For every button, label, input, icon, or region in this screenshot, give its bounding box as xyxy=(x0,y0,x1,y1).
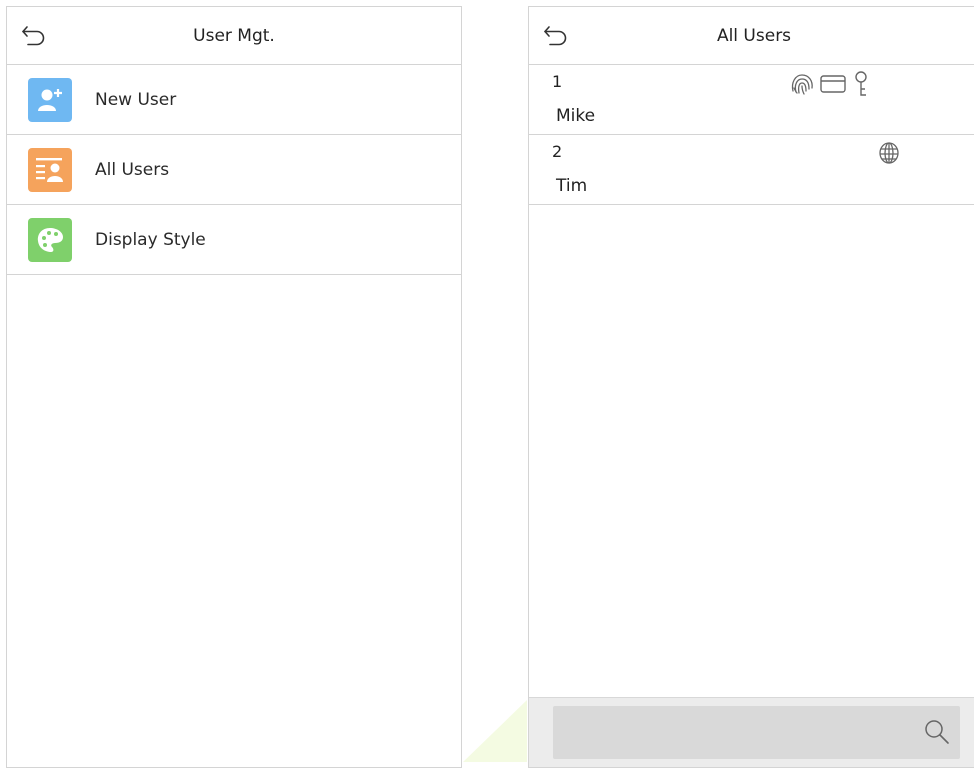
header: User Mgt. xyxy=(7,7,461,65)
all-users-icon xyxy=(28,147,72,192)
back-arrow-icon xyxy=(544,26,567,46)
verification-icons xyxy=(877,140,901,166)
search-icon[interactable] xyxy=(923,718,951,746)
palette-icon xyxy=(28,217,72,262)
menu-item-new-user[interactable]: New User xyxy=(7,65,461,135)
decorative-wedge xyxy=(463,700,527,762)
menu-item-label: Display Style xyxy=(95,229,206,250)
user-id: 2 xyxy=(552,142,563,161)
all-users-screen: All Users 1 Mike 2 Tim xyxy=(528,6,974,768)
menu-item-all-users[interactable]: All Users xyxy=(7,135,461,205)
face-icon xyxy=(879,142,899,164)
user-row[interactable]: 1 Mike xyxy=(529,65,974,135)
header: All Users xyxy=(529,7,974,65)
new-user-icon xyxy=(28,77,72,122)
fingerprint-icon xyxy=(791,74,813,95)
menu-item-label: All Users xyxy=(95,159,170,180)
page-title: User Mgt. xyxy=(193,25,275,46)
page-title: All Users xyxy=(716,25,792,46)
user-name: Tim xyxy=(556,176,588,196)
verification-icons xyxy=(789,70,871,98)
user-id: 1 xyxy=(552,72,563,91)
user-name: Mike xyxy=(556,106,596,126)
search-bar xyxy=(529,697,974,767)
search-input[interactable] xyxy=(553,706,960,759)
menu-item-display-style[interactable]: Display Style xyxy=(7,205,461,275)
back-button[interactable] xyxy=(539,19,575,51)
menu-item-label: New User xyxy=(95,89,177,110)
back-button[interactable] xyxy=(17,19,53,51)
user-mgt-screen: User Mgt. New User All Users Display Sty… xyxy=(6,6,462,768)
card-icon xyxy=(820,75,846,93)
back-arrow-icon xyxy=(22,26,45,46)
user-row[interactable]: 2 Tim xyxy=(529,135,974,205)
key-icon xyxy=(855,71,867,96)
